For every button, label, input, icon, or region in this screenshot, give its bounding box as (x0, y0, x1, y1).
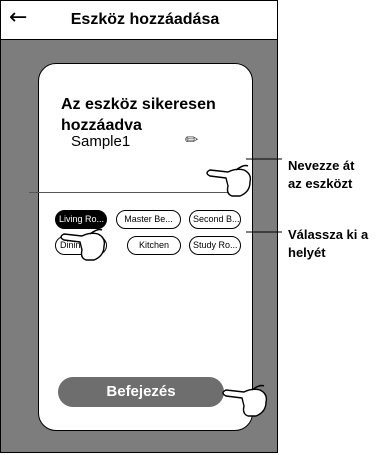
hand-pointer-icon (60, 228, 106, 261)
pointer-overlay (60, 158, 282, 417)
hand-pointer-icon (206, 164, 252, 197)
hand-pointer-icon (222, 384, 268, 417)
